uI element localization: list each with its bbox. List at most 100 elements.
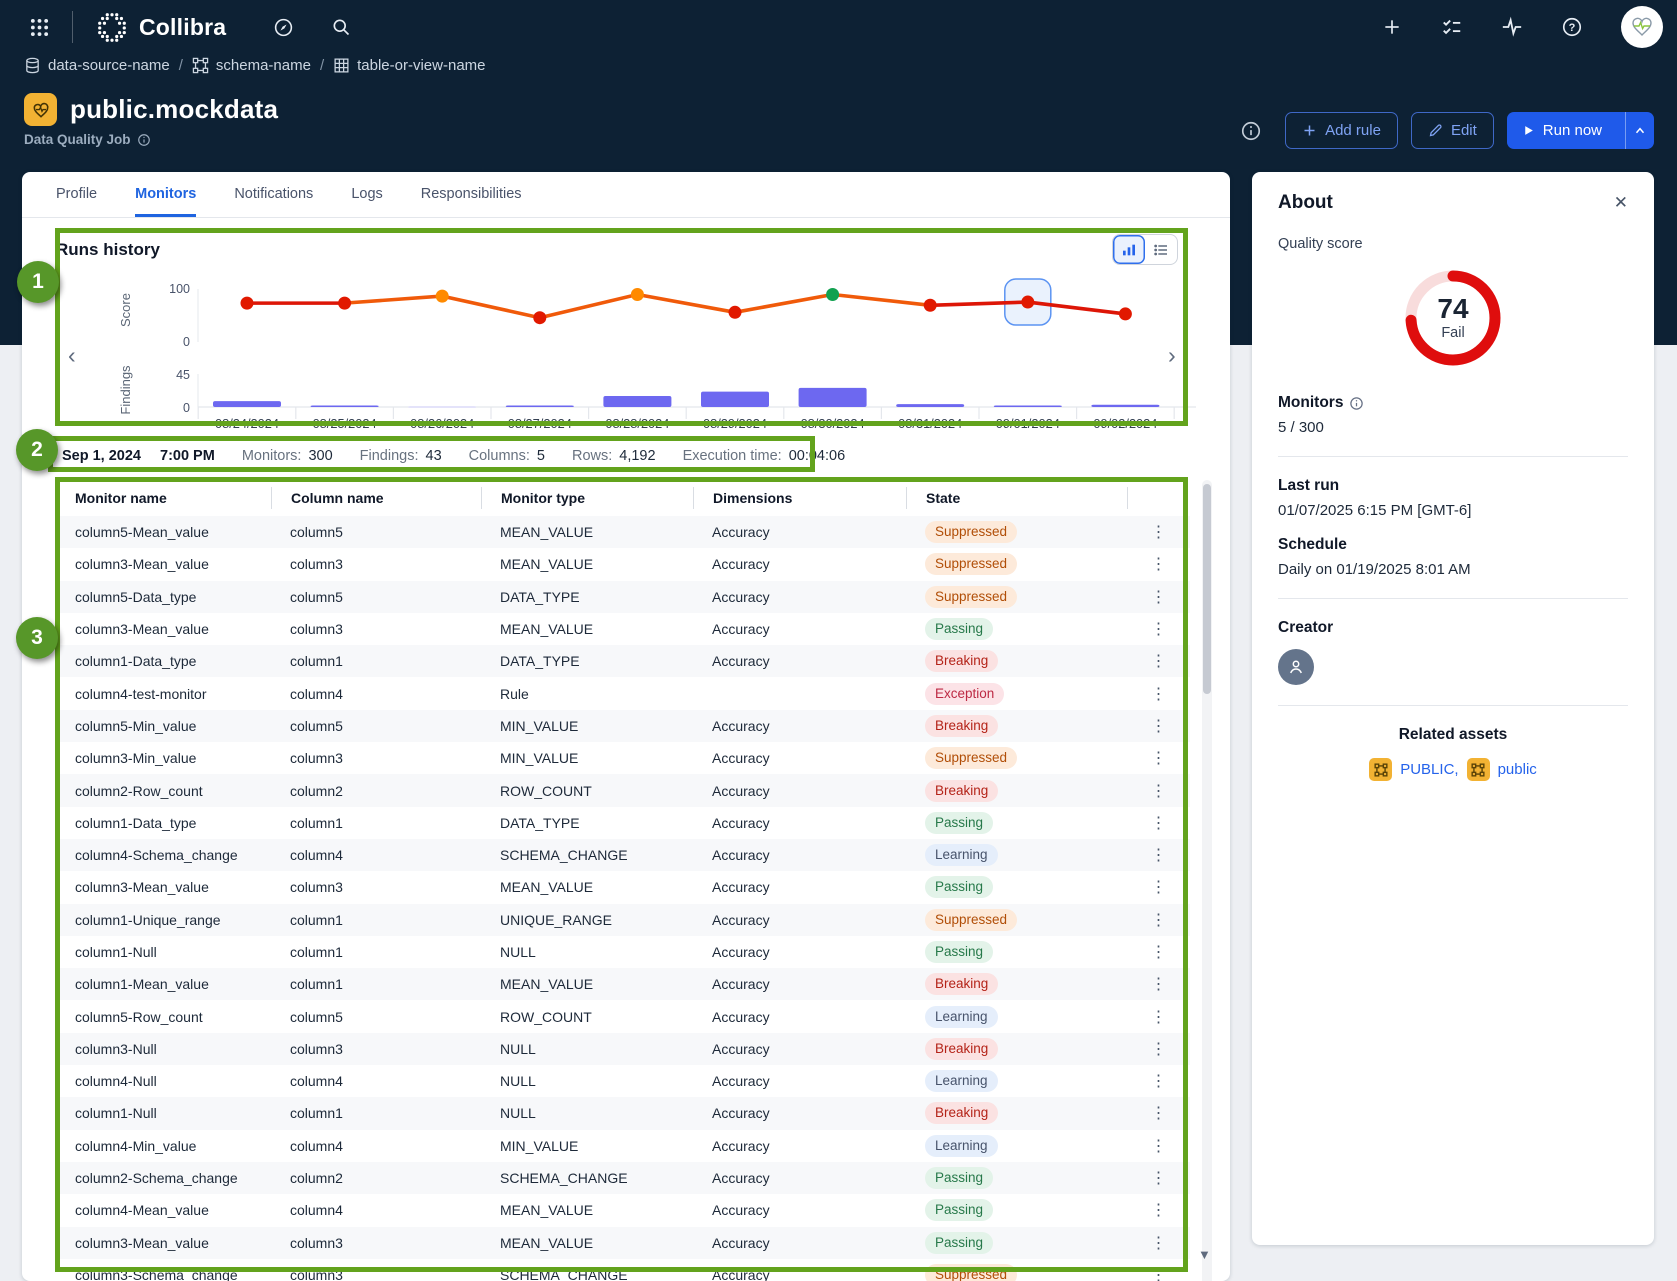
table-row[interactable]: column4-Mean_value column4 MEAN_VALUE Ac… bbox=[56, 1194, 1190, 1226]
score-point[interactable] bbox=[729, 306, 742, 319]
findings-bar[interactable] bbox=[311, 406, 379, 408]
runs-history-chart[interactable]: Score1000Findings45008/24/202408/25/2024… bbox=[90, 252, 1200, 439]
col-header-monitor-type[interactable]: Monitor type bbox=[481, 487, 693, 509]
tab-profile[interactable]: Profile bbox=[56, 172, 97, 217]
row-actions-kebab[interactable]: ⋮ bbox=[1127, 942, 1190, 962]
run-now-button[interactable]: Run now bbox=[1507, 112, 1654, 149]
table-row[interactable]: column3-Mean_value column3 MEAN_VALUE Ac… bbox=[56, 1227, 1190, 1259]
row-actions-kebab[interactable]: ⋮ bbox=[1127, 813, 1190, 833]
table-row[interactable]: column2-Row_count column2 ROW_COUNT Accu… bbox=[56, 774, 1190, 806]
findings-bar[interactable] bbox=[408, 406, 476, 408]
score-point[interactable] bbox=[1021, 296, 1034, 309]
row-actions-kebab[interactable]: ⋮ bbox=[1127, 910, 1190, 930]
tasks-checklist-icon[interactable] bbox=[1441, 16, 1463, 38]
col-header-column-name[interactable]: Column name bbox=[271, 487, 481, 509]
table-row[interactable]: column3-Mean_value column3 MEAN_VALUE Ac… bbox=[56, 548, 1190, 580]
page-info-icon[interactable] bbox=[1240, 120, 1262, 142]
findings-bar[interactable] bbox=[994, 406, 1062, 408]
col-header-dimensions[interactable]: Dimensions bbox=[693, 487, 906, 509]
user-avatar[interactable] bbox=[1621, 6, 1663, 48]
score-point[interactable] bbox=[826, 288, 839, 301]
row-actions-kebab[interactable]: ⋮ bbox=[1127, 651, 1190, 671]
col-header-monitor-name[interactable]: Monitor name bbox=[56, 487, 271, 509]
row-actions-kebab[interactable]: ⋮ bbox=[1127, 587, 1190, 607]
breadcrumb-data-source[interactable]: data-source-name bbox=[24, 57, 170, 74]
row-actions-kebab[interactable]: ⋮ bbox=[1127, 522, 1190, 542]
row-actions-kebab[interactable]: ⋮ bbox=[1127, 1168, 1190, 1188]
edit-button[interactable]: Edit bbox=[1411, 112, 1494, 149]
breadcrumb-table[interactable]: table-or-view-name bbox=[333, 57, 485, 74]
score-point[interactable] bbox=[1119, 307, 1132, 320]
chart-scroll-left[interactable]: ‹ bbox=[68, 344, 76, 367]
row-actions-kebab[interactable]: ⋮ bbox=[1127, 554, 1190, 574]
run-options-chevron[interactable] bbox=[1625, 112, 1654, 149]
tab-responsibilities[interactable]: Responsibilities bbox=[421, 172, 522, 217]
findings-bar[interactable] bbox=[896, 404, 964, 407]
table-row[interactable]: column5-Data_type column5 DATA_TYPE Accu… bbox=[56, 581, 1190, 613]
search-icon[interactable] bbox=[330, 16, 352, 38]
score-point[interactable] bbox=[631, 288, 644, 301]
table-row[interactable]: column1-Unique_range column1 UNIQUE_RANG… bbox=[56, 904, 1190, 936]
related-asset-link-public-upper[interactable]: PUBLIC, bbox=[1400, 761, 1458, 778]
table-row[interactable]: column5-Min_value column5 MIN_VALUE Accu… bbox=[56, 710, 1190, 742]
findings-bar[interactable] bbox=[701, 392, 769, 407]
close-icon[interactable]: ✕ bbox=[1614, 193, 1628, 213]
score-point[interactable] bbox=[436, 290, 449, 303]
score-point[interactable] bbox=[338, 297, 351, 310]
scrollbar-thumb[interactable] bbox=[1203, 484, 1211, 694]
add-icon[interactable] bbox=[1381, 16, 1403, 38]
table-row[interactable]: column3-Mean_value column3 MEAN_VALUE Ac… bbox=[56, 613, 1190, 645]
findings-bar[interactable] bbox=[603, 396, 671, 407]
table-row[interactable]: column1-Null column1 NULL Accuracy Passi… bbox=[56, 936, 1190, 968]
tab-notifications[interactable]: Notifications bbox=[234, 172, 313, 217]
findings-bar[interactable] bbox=[799, 388, 867, 407]
row-actions-kebab[interactable]: ⋮ bbox=[1127, 974, 1190, 994]
row-actions-kebab[interactable]: ⋮ bbox=[1127, 748, 1190, 768]
table-row[interactable]: column4-Min_value column4 MIN_VALUE Accu… bbox=[56, 1130, 1190, 1162]
table-row[interactable]: column5-Row_count column5 ROW_COUNT Accu… bbox=[56, 1000, 1190, 1032]
findings-bar[interactable] bbox=[506, 406, 574, 408]
tab-logs[interactable]: Logs bbox=[351, 172, 382, 217]
row-actions-kebab[interactable]: ⋮ bbox=[1127, 684, 1190, 704]
help-icon[interactable]: ? bbox=[1561, 16, 1583, 38]
row-actions-kebab[interactable]: ⋮ bbox=[1127, 1071, 1190, 1091]
creator-avatar[interactable] bbox=[1278, 649, 1314, 685]
info-icon[interactable] bbox=[137, 133, 151, 147]
score-point[interactable] bbox=[533, 311, 546, 324]
related-asset-link-public-lower[interactable]: public bbox=[1498, 761, 1537, 778]
add-rule-button[interactable]: Add rule bbox=[1285, 112, 1398, 149]
row-actions-kebab[interactable]: ⋮ bbox=[1127, 1136, 1190, 1156]
table-row[interactable]: column1-Null column1 NULL Accuracy Break… bbox=[56, 1097, 1190, 1129]
activity-pulse-icon[interactable] bbox=[1501, 16, 1523, 38]
row-actions-kebab[interactable]: ⋮ bbox=[1127, 1007, 1190, 1027]
app-grid-icon[interactable] bbox=[28, 16, 50, 38]
table-row[interactable]: column3-Mean_value column3 MEAN_VALUE Ac… bbox=[56, 871, 1190, 903]
row-actions-kebab[interactable]: ⋮ bbox=[1127, 781, 1190, 801]
tab-monitors[interactable]: Monitors bbox=[135, 172, 196, 217]
row-actions-kebab[interactable]: ⋮ bbox=[1127, 1233, 1190, 1253]
row-actions-kebab[interactable]: ⋮ bbox=[1127, 716, 1190, 736]
row-actions-kebab[interactable]: ⋮ bbox=[1127, 1039, 1190, 1059]
table-row[interactable]: column2-Schema_change column2 SCHEMA_CHA… bbox=[56, 1162, 1190, 1194]
table-scrollbar[interactable] bbox=[1202, 480, 1212, 1281]
row-actions-kebab[interactable]: ⋮ bbox=[1127, 1265, 1190, 1281]
table-row[interactable]: column3-Schema_change column3 SCHEMA_CHA… bbox=[56, 1259, 1190, 1281]
findings-bar[interactable] bbox=[1091, 405, 1159, 407]
breadcrumb-schema[interactable]: schema-name bbox=[192, 57, 311, 74]
row-actions-kebab[interactable]: ⋮ bbox=[1127, 1200, 1190, 1220]
row-actions-kebab[interactable]: ⋮ bbox=[1127, 619, 1190, 639]
collibra-logo[interactable]: Collibra bbox=[95, 10, 226, 44]
compass-icon[interactable] bbox=[272, 16, 294, 38]
row-actions-kebab[interactable]: ⋮ bbox=[1127, 1103, 1190, 1123]
table-row[interactable]: column4-Null column4 NULL Accuracy Learn… bbox=[56, 1065, 1190, 1097]
table-row[interactable]: column1-Mean_value column1 MEAN_VALUE Ac… bbox=[56, 968, 1190, 1000]
score-point[interactable] bbox=[924, 299, 937, 312]
info-icon[interactable] bbox=[1349, 396, 1364, 411]
row-actions-kebab[interactable]: ⋮ bbox=[1127, 845, 1190, 865]
scroll-down-arrow[interactable]: ▼ bbox=[1198, 1247, 1211, 1262]
table-row[interactable]: column3-Min_value column3 MIN_VALUE Accu… bbox=[56, 742, 1190, 774]
table-row[interactable]: column4-Schema_change column4 SCHEMA_CHA… bbox=[56, 839, 1190, 871]
table-row[interactable]: column3-Null column3 NULL Accuracy Break… bbox=[56, 1033, 1190, 1065]
findings-bar[interactable] bbox=[213, 401, 281, 407]
table-row[interactable]: column4-test-monitor column4 Rule Except… bbox=[56, 677, 1190, 709]
